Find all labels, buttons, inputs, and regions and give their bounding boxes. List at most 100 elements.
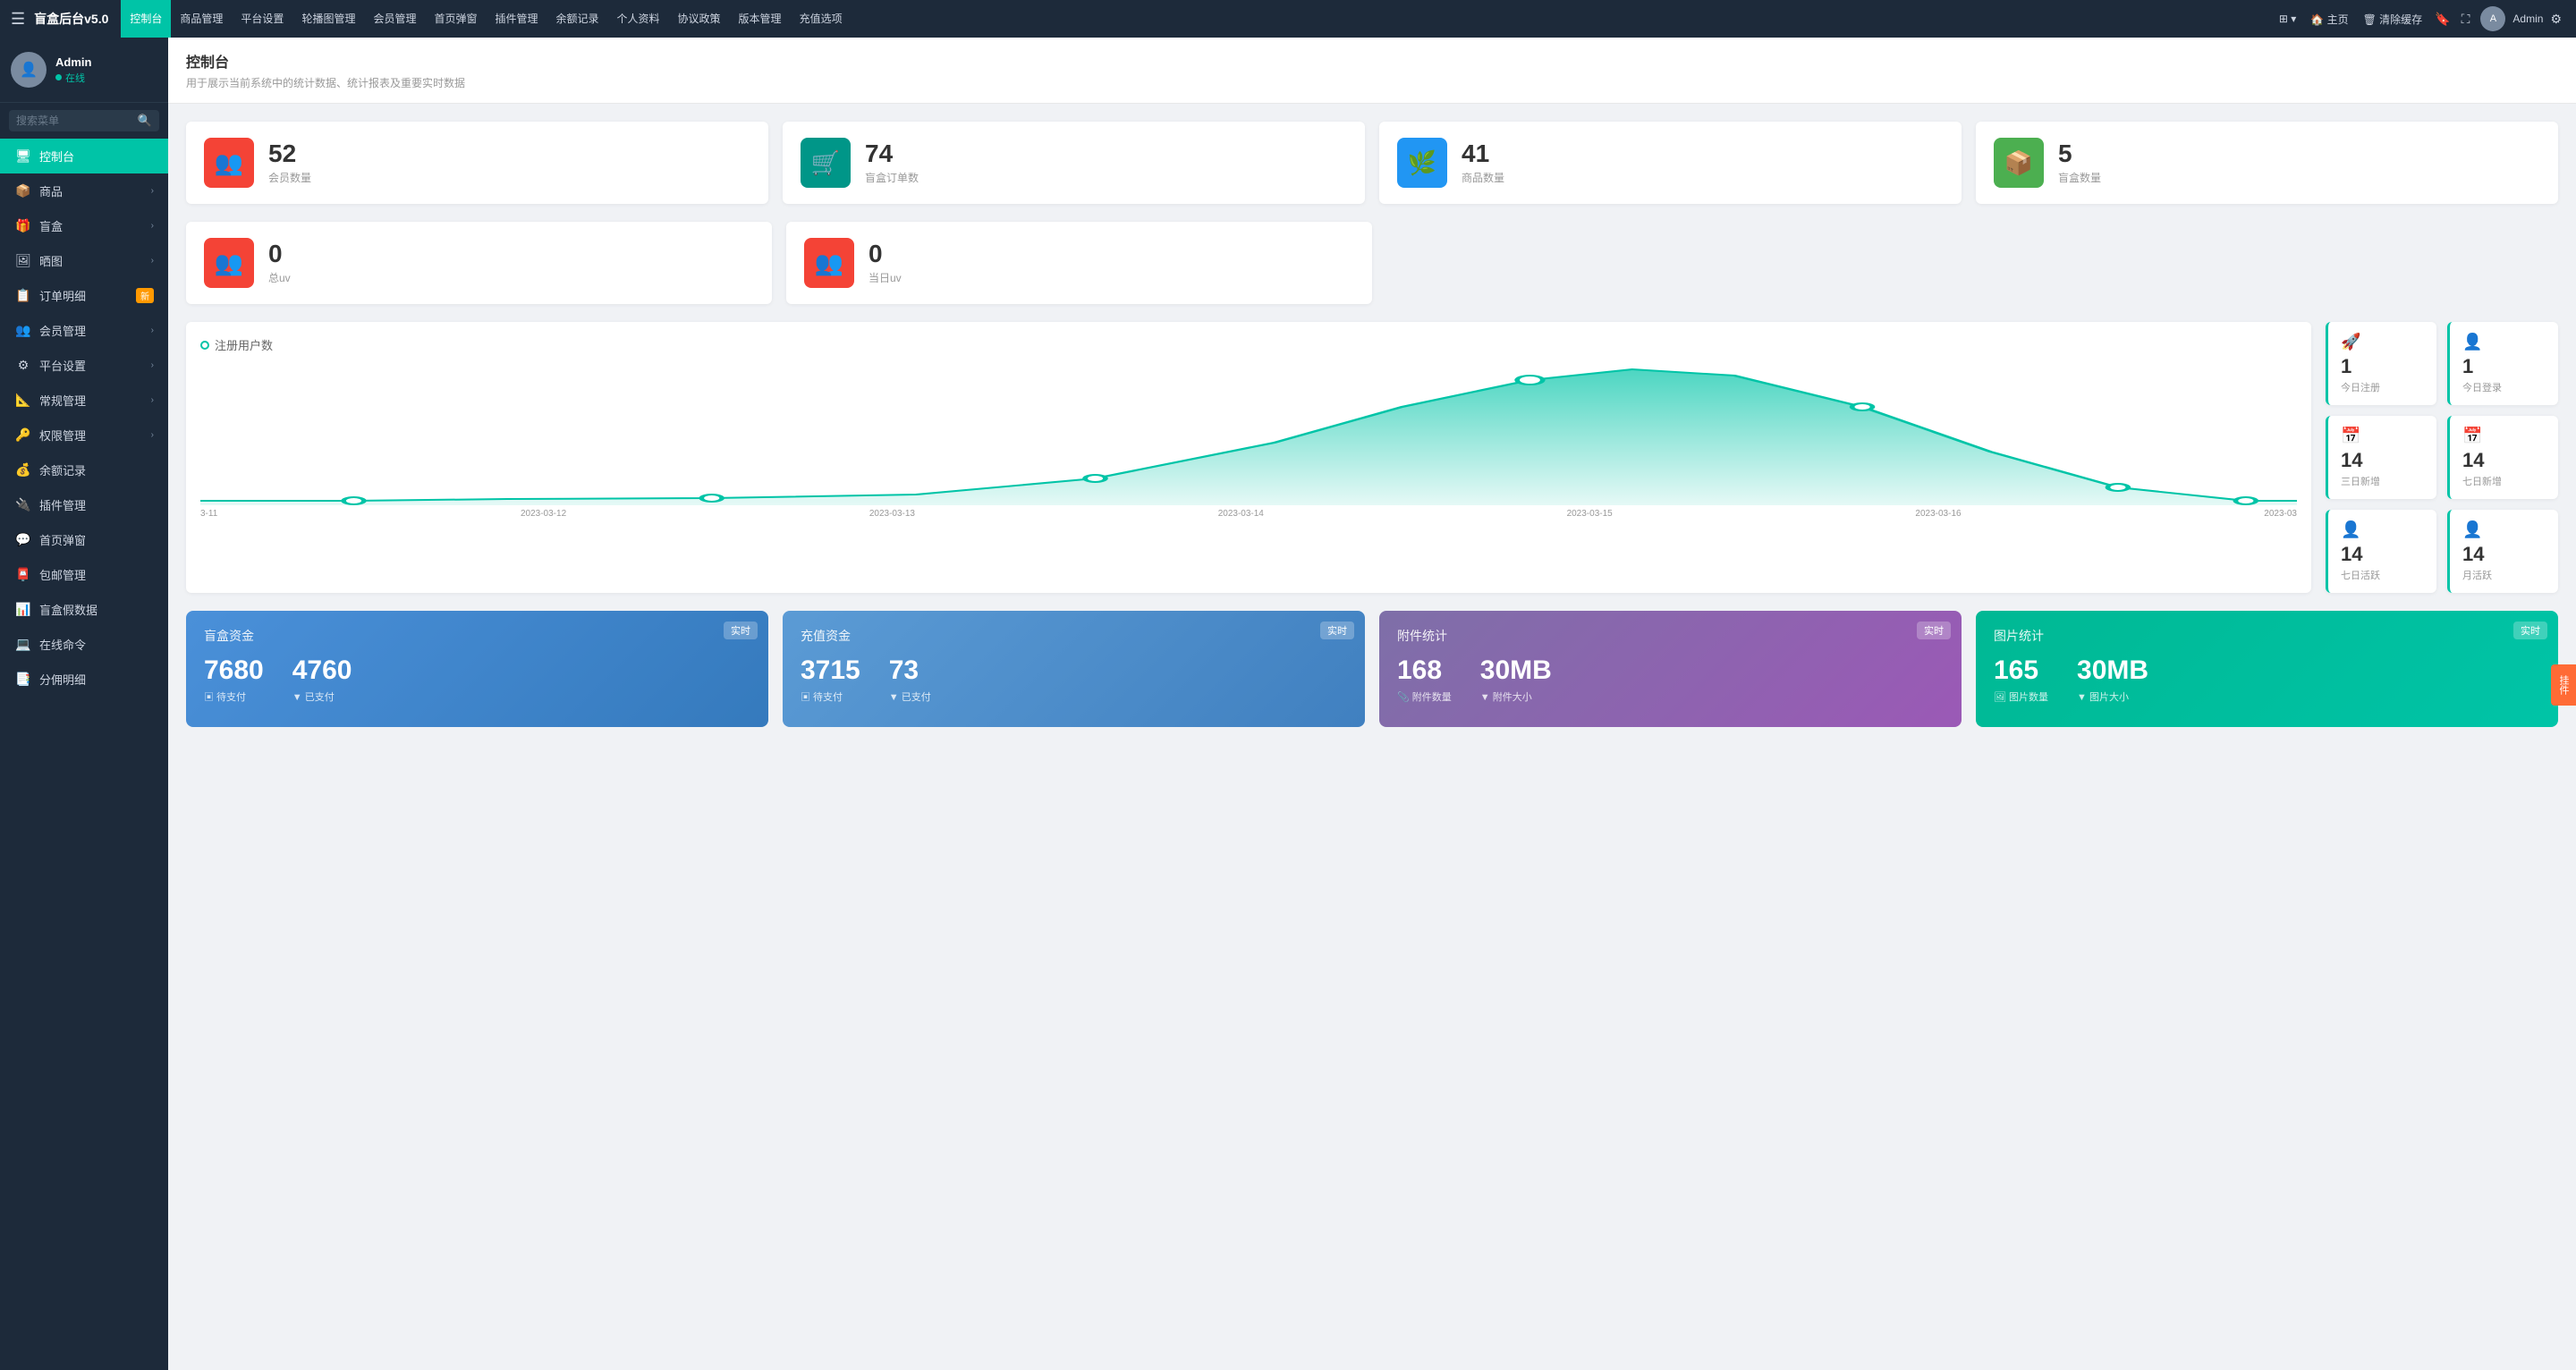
sidebar-item-homepage[interactable]: 💬 首页弹窗	[0, 522, 168, 557]
stat-label-goods: 商品数量	[1462, 170, 1504, 185]
nav-item-profile[interactable]: 个人资料	[608, 0, 669, 38]
sidebar-item-label: 分佣明细	[39, 671, 154, 688]
nav-item-banner[interactable]: 轮播图管理	[292, 0, 364, 38]
chart-dot	[200, 341, 209, 350]
mini-stat-number-4: 14	[2462, 449, 2546, 472]
nav-item-policy[interactable]: 协议政策	[669, 0, 730, 38]
stat-number-daily-uv: 0	[869, 241, 902, 266]
stat-card-daily-uv: 👥 0 当日uv	[786, 222, 1372, 304]
sidebar-item-label: 会员管理	[39, 322, 151, 339]
sidebar-item-members[interactable]: 👥 会员管理 ›	[0, 313, 168, 348]
sidebar-item-plugins[interactable]: 🔌 插件管理	[0, 487, 168, 522]
sidebar-item-label: 包邮管理	[39, 566, 154, 583]
mini-stat-today-login: 👤 1 今日登录	[2447, 322, 2558, 405]
sidebar-item-balance[interactable]: 💰 余额记录	[0, 452, 168, 487]
sidebar-item-label: 盲盒假数据	[39, 601, 154, 618]
app-title: 盲盒后台v5.0	[34, 10, 108, 28]
page-header: 控制台 用于展示当前系统中的统计数据、统计报表及重要实时数据	[168, 38, 2576, 104]
search-input[interactable]	[16, 114, 132, 127]
mini-stat-label-2: 今日登录	[2462, 380, 2546, 394]
nav-item-products[interactable]: 商品管理	[171, 0, 232, 38]
bc-num-2b: 73	[889, 655, 931, 686]
bc-num-1b: 4760	[292, 655, 352, 686]
mini-stat-7day-active: 👤 14 七日活跃	[2326, 510, 2436, 593]
bc-sub-3a: 📎 附件数量	[1397, 689, 1452, 704]
sidebar-item-label: 余额记录	[39, 461, 154, 478]
menu-toggle-icon[interactable]: ☰	[11, 10, 25, 29]
stat-label-blindboxes: 盲盒数量	[2058, 170, 2101, 185]
stat-number-orders: 74	[865, 141, 919, 166]
stat-label-total-uv: 总uv	[268, 270, 291, 285]
plugins-icon: 🔌	[14, 497, 32, 512]
rocket-icon: 🚀	[2341, 333, 2424, 351]
stat-card-orders: 🛒 74 盲盒订单数	[783, 122, 1365, 204]
sidebar-item-general[interactable]: 📐 常规管理 ›	[0, 383, 168, 418]
nav-item-dashboard[interactable]: 控制台	[121, 0, 171, 38]
sidebar-item-label: 在线命令	[39, 636, 154, 653]
nav-item-recharge[interactable]: 充值选项	[791, 0, 852, 38]
mail-icon: 📮	[14, 567, 32, 582]
sidebar-item-photos[interactable]: 🖼 晒图 ›	[0, 243, 168, 278]
nav-item-balance[interactable]: 余额记录	[547, 0, 608, 38]
stat-icon-blindboxes: 📦	[1994, 138, 2044, 188]
sidebar-item-fakedata[interactable]: 📊 盲盒假数据	[0, 592, 168, 627]
mini-stat-label-5: 七日活跃	[2341, 568, 2424, 582]
stat-card-goods: 🌿 41 商品数量	[1379, 122, 1962, 204]
person-icon: 👤	[2462, 333, 2546, 351]
sidebar-item-dashboard[interactable]: 🖥 控制台	[0, 139, 168, 173]
nav-item-plugins[interactable]: 插件管理	[486, 0, 547, 38]
bc-num-3a: 168	[1397, 655, 1452, 686]
nav-item-popup[interactable]: 首页弹窗	[425, 0, 486, 38]
bottom-cards: 实时 盲盒资金 7680 ▣ 待支付 4760 ▼ 已支付	[186, 611, 2558, 727]
stat-icon-goods: 🌿	[1397, 138, 1447, 188]
settings-icon[interactable]: ⚙	[2546, 12, 2565, 27]
home-button[interactable]: 🏠 主页	[2305, 12, 2353, 27]
orders-icon: 📋	[14, 288, 32, 303]
chevron-right-icon: ›	[151, 326, 154, 335]
sidebar-item-commission[interactable]: 📑 分佣明细	[0, 662, 168, 697]
mini-stat-7day-new: 📅 14 七日新增	[2447, 416, 2558, 499]
platform-icon: ⚙	[14, 358, 32, 373]
bottom-card-images: 实时 图片统计 165 🖼 图片数量 30MB ▼ 图片大小	[1976, 611, 2558, 727]
sidebar: 👤 Admin 在线 🔍 🖥 控制台 📦 商品	[0, 38, 168, 1370]
sidebar-item-mail[interactable]: 📮 包邮管理	[0, 557, 168, 592]
search-icon[interactable]: 🔍	[138, 114, 152, 128]
bc-num-3b: 30MB	[1480, 655, 1552, 686]
top-nav-items: 控制台 商品管理 平台设置 轮播图管理 会员管理 首页弹窗 插件管理 余额记录 …	[121, 0, 851, 38]
chevron-right-icon: ›	[151, 256, 154, 266]
top-nav: ☰ 盲盒后台v5.0 控制台 商品管理 平台设置 轮播图管理 会员管理 首页弹窗…	[0, 0, 2576, 38]
mini-stat-number-1: 1	[2341, 355, 2424, 378]
chevron-right-icon: ›	[151, 221, 154, 231]
chevron-right-icon: ›	[151, 360, 154, 370]
commission-icon: 📑	[14, 672, 32, 687]
sidebar-item-products[interactable]: 📦 商品 ›	[0, 173, 168, 208]
content-area: 控制台 用于展示当前系统中的统计数据、统计报表及重要实时数据 👥 52 会员数量…	[168, 38, 2576, 1370]
stat-icon-orders: 🛒	[801, 138, 851, 188]
mini-stat-number-5: 14	[2341, 543, 2424, 566]
mini-stat-monthly-active: 👤 14 月活跃	[2447, 510, 2558, 593]
nav-item-members[interactable]: 会员管理	[364, 0, 425, 38]
sidebar-item-online[interactable]: 💻 在线命令	[0, 627, 168, 662]
search-box[interactable]: 🔍	[9, 110, 159, 131]
stat-number-total-uv: 0	[268, 241, 291, 266]
stat-icon-daily-uv: 👥	[804, 238, 854, 288]
chart-svg-wrap	[200, 362, 2297, 505]
sidebar-item-blindbox[interactable]: 🎁 盲盒 ›	[0, 208, 168, 243]
chevron-right-icon: ›	[151, 395, 154, 405]
bc-sub-4a: 🖼 图片数量	[1994, 689, 2048, 704]
fakedata-icon: 📊	[14, 602, 32, 617]
mini-stat-3day: 📅 14 三日新增	[2326, 416, 2436, 499]
bookmark-icon[interactable]: 🔖	[2431, 12, 2453, 27]
sidebar-item-platform[interactable]: ⚙ 平台设置 ›	[0, 348, 168, 383]
sidebar-item-orders[interactable]: 📋 订单明细 新	[0, 278, 168, 313]
user-avatar-top[interactable]: A	[2480, 6, 2505, 31]
nav-item-platform[interactable]: 平台设置	[232, 0, 292, 38]
fullscreen-icon[interactable]: ⛶	[2458, 12, 2474, 27]
right-floating-tab[interactable]: 挂件	[2551, 664, 2576, 706]
sidebar-item-permissions[interactable]: 🔑 权限管理 ›	[0, 418, 168, 452]
clear-cache-button[interactable]: 🗑 清除缓存	[2358, 12, 2428, 27]
nav-item-version[interactable]: 版本管理	[730, 0, 791, 38]
bottom-card-attachment: 实时 附件统计 168 📎 附件数量 30MB ▼ 附件大小	[1379, 611, 1962, 727]
grid-button[interactable]: ⊞ ▾	[2274, 13, 2301, 25]
stat-number-goods: 41	[1462, 141, 1504, 166]
